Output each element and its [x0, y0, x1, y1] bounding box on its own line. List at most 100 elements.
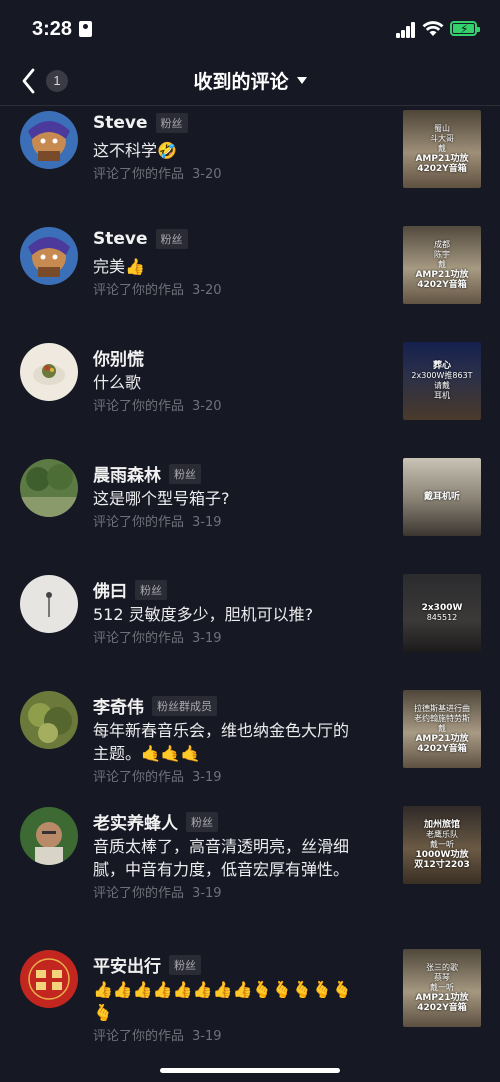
thumbnail-caption: 成都 — [434, 240, 450, 249]
comment-text: 音质太棒了，高音清透明亮，丝滑细腻，中音有力度，低音宏厚有弹性。 — [93, 837, 350, 879]
battery-charging-icon: ⚡ — [450, 21, 480, 36]
page-title-dropdown[interactable]: 收到的评论 — [0, 67, 500, 94]
status-bar: 3:28 ⚡ — [0, 0, 500, 56]
fan-badge: 粉丝 — [155, 229, 188, 249]
comment-item[interactable]: 你别慌 什么歌 评论了你的作品 3-20 葬心 2x300W推863T 请戴 耳机 — [0, 339, 500, 455]
video-thumbnail[interactable]: 蜀山 斗大哥 戴 AMP21功放 4202Y音箱 — [403, 110, 481, 188]
commenter-name[interactable]: Steve — [93, 229, 148, 249]
comment-item[interactable]: 李奇伟 粉丝群成员 每年新春音乐会，维也纳金色大厅的主题。🤙🤙🤙 评论了你的作品… — [0, 687, 500, 803]
thumbnail-caption: 4202Y音箱 — [417, 280, 467, 290]
thumbnail-caption: 陈宇 — [434, 250, 450, 259]
video-thumbnail[interactable]: 成都 陈宇 戴 AMP21功放 4202Y音箱 — [403, 226, 481, 304]
commenter-name[interactable]: 平安出行 — [93, 952, 161, 977]
video-thumbnail[interactable]: 拉德斯基进行曲 老约翰施特劳斯 戴 AMP21功放 4202Y音箱 — [403, 690, 481, 768]
thumbnail-caption: 1000W功放 — [415, 850, 469, 860]
comment-date: 3-19 — [192, 1029, 222, 1044]
thumbnail-caption: 老鹰乐队 — [426, 830, 458, 839]
cellular-signal-icon — [396, 22, 416, 38]
avatar[interactable] — [20, 111, 78, 169]
comment-item[interactable]: 佛曰 粉丝 512 灵敏度多少，胆机可以推? 评论了你的作品 3-19 2x300… — [0, 571, 500, 687]
thumbnail-caption: 845512 — [426, 613, 458, 622]
top-navigation-bar: 1 收到的评论 — [0, 56, 500, 106]
comment-item[interactable]: 老实养蜂人 粉丝 音质太棒了，高音清透明亮，丝滑细腻，中音有力度，低音宏厚有弹性… — [0, 803, 500, 946]
thumbnail-caption: 戴一听 — [430, 983, 454, 992]
thumbnail-caption: 葬心 — [432, 361, 451, 371]
thumbnail-caption: 张三的歌 — [426, 963, 458, 972]
page-title: 收到的评论 — [193, 71, 289, 93]
video-thumbnail[interactable]: 2x300W 845512 — [403, 574, 481, 652]
commenter-name[interactable]: 李奇伟 — [93, 693, 144, 718]
video-thumbnail[interactable]: 加州旅馆 老鹰乐队 戴一听 1000W功放 双12寸2203 — [403, 806, 481, 884]
comment-text: 512 灵敏度多少，胆机可以推? — [93, 605, 314, 624]
avatar[interactable] — [20, 691, 78, 749]
video-thumbnail[interactable]: 张三的歌 蔡琴 戴一听 AMP21功放 4202Y音箱 — [403, 949, 481, 1027]
commenter-name[interactable]: 佛曰 — [93, 577, 127, 602]
thumbnail-caption: 蜀山 — [434, 124, 450, 133]
avatar[interactable] — [20, 227, 78, 285]
contact-card-icon — [79, 21, 92, 37]
home-indicator[interactable] — [160, 1068, 340, 1073]
caret-down-icon — [296, 77, 307, 84]
avatar[interactable] — [20, 950, 78, 1008]
comment-item[interactable]: Steve 粉丝 完美👍 评论了你的作品 3-20 成都 陈宇 戴 AMP21功放… — [0, 223, 500, 339]
fan-badge: 粉丝 — [135, 579, 167, 600]
commenter-name[interactable]: Steve — [93, 113, 148, 133]
thumbnail-caption: 双12寸2203 — [414, 860, 470, 870]
avatar[interactable] — [20, 575, 78, 633]
thumbnail-caption: AMP21功放 — [415, 734, 469, 744]
comment-action: 评论了你的作品 — [93, 1029, 185, 1044]
video-thumbnail[interactable]: 戴耳机听 — [403, 458, 481, 536]
fan-badge: 粉丝 — [155, 113, 188, 133]
thumbnail-caption: 请戴 — [434, 381, 450, 390]
comment-date: 3-19 — [192, 631, 222, 646]
avatar[interactable] — [20, 459, 78, 517]
commenter-name[interactable]: 老实养蜂人 — [93, 809, 178, 834]
comment-text: 👍👍👍👍👍👍👍👍🫰🫰🫰🫰🫰🫰 — [93, 980, 352, 1022]
comment-text: 每年新春音乐会，维也纳金色大厅的主题。🤙🤙🤙 — [93, 721, 350, 763]
thumbnail-caption: 戴耳机听 — [423, 492, 460, 502]
comment-date: 3-19 — [192, 886, 222, 901]
thumbnail-caption: 戴 — [438, 144, 446, 153]
thumbnail-caption: 4202Y音箱 — [417, 164, 467, 174]
thumbnail-caption: 2x300W — [421, 603, 463, 613]
comment-action: 评论了你的作品 — [93, 886, 185, 901]
thumbnail-caption: 4202Y音箱 — [417, 1003, 467, 1013]
comment-text: 完美👍 — [93, 257, 145, 276]
fan-group-badge: 粉丝群成员 — [152, 695, 217, 716]
thumbnail-caption: 斗大哥 — [430, 134, 454, 143]
fan-badge: 粉丝 — [169, 463, 201, 484]
comment-date: 3-19 — [192, 515, 222, 530]
comment-action: 评论了你的作品 — [93, 631, 185, 646]
thumbnail-caption: 拉德斯基进行曲 — [414, 704, 470, 713]
thumbnail-caption: 耳机 — [434, 391, 450, 400]
avatar[interactable] — [20, 807, 78, 865]
thumbnail-caption: AMP21功放 — [415, 270, 469, 280]
comment-item[interactable]: 晨雨森林 粉丝 这是哪个型号箱子? 评论了你的作品 3-19 戴耳机听 — [0, 455, 500, 571]
commenter-name[interactable]: 你别慌 — [93, 345, 144, 370]
comment-text: 这是哪个型号箱子? — [93, 489, 230, 508]
comment-item[interactable]: Steve 粉丝 这不科学🤣 评论了你的作品 3-20 蜀山 斗大哥 戴 AMP2… — [0, 107, 500, 223]
comment-action: 评论了你的作品 — [93, 515, 185, 530]
comment-text: 什么歌 — [93, 373, 142, 392]
comment-text: 这不科学🤣 — [93, 141, 177, 160]
thumbnail-caption: 加州旅馆 — [423, 820, 460, 830]
avatar[interactable] — [20, 343, 78, 401]
comment-date: 3-20 — [192, 283, 222, 298]
comment-date: 3-19 — [192, 770, 222, 785]
comment-list: Steve 粉丝 这不科学🤣 评论了你的作品 3-20 蜀山 斗大哥 戴 AMP2… — [0, 107, 500, 1062]
fan-badge: 粉丝 — [186, 811, 218, 832]
thumbnail-caption: 戴 — [438, 260, 446, 269]
video-thumbnail[interactable]: 葬心 2x300W推863T 请戴 耳机 — [403, 342, 481, 420]
wifi-icon — [422, 21, 444, 36]
fan-badge: 粉丝 — [169, 954, 201, 975]
thumbnail-caption: AMP21功放 — [415, 154, 469, 164]
commenter-name[interactable]: 晨雨森林 — [93, 461, 161, 486]
thumbnail-caption: 戴 — [438, 724, 446, 733]
thumbnail-caption: 2x300W推863T — [411, 371, 473, 380]
comment-action: 评论了你的作品 — [93, 770, 185, 785]
comment-action: 评论了你的作品 — [93, 167, 185, 182]
thumbnail-caption: AMP21功放 — [415, 993, 469, 1003]
comment-date: 3-20 — [192, 399, 222, 414]
comment-item[interactable]: 平安出行 粉丝 👍👍👍👍👍👍👍👍🫰🫰🫰🫰🫰🫰 评论了你的作品 3-19 张三的歌 … — [0, 946, 500, 1062]
thumbnail-caption: 蔡琴 — [434, 973, 450, 982]
